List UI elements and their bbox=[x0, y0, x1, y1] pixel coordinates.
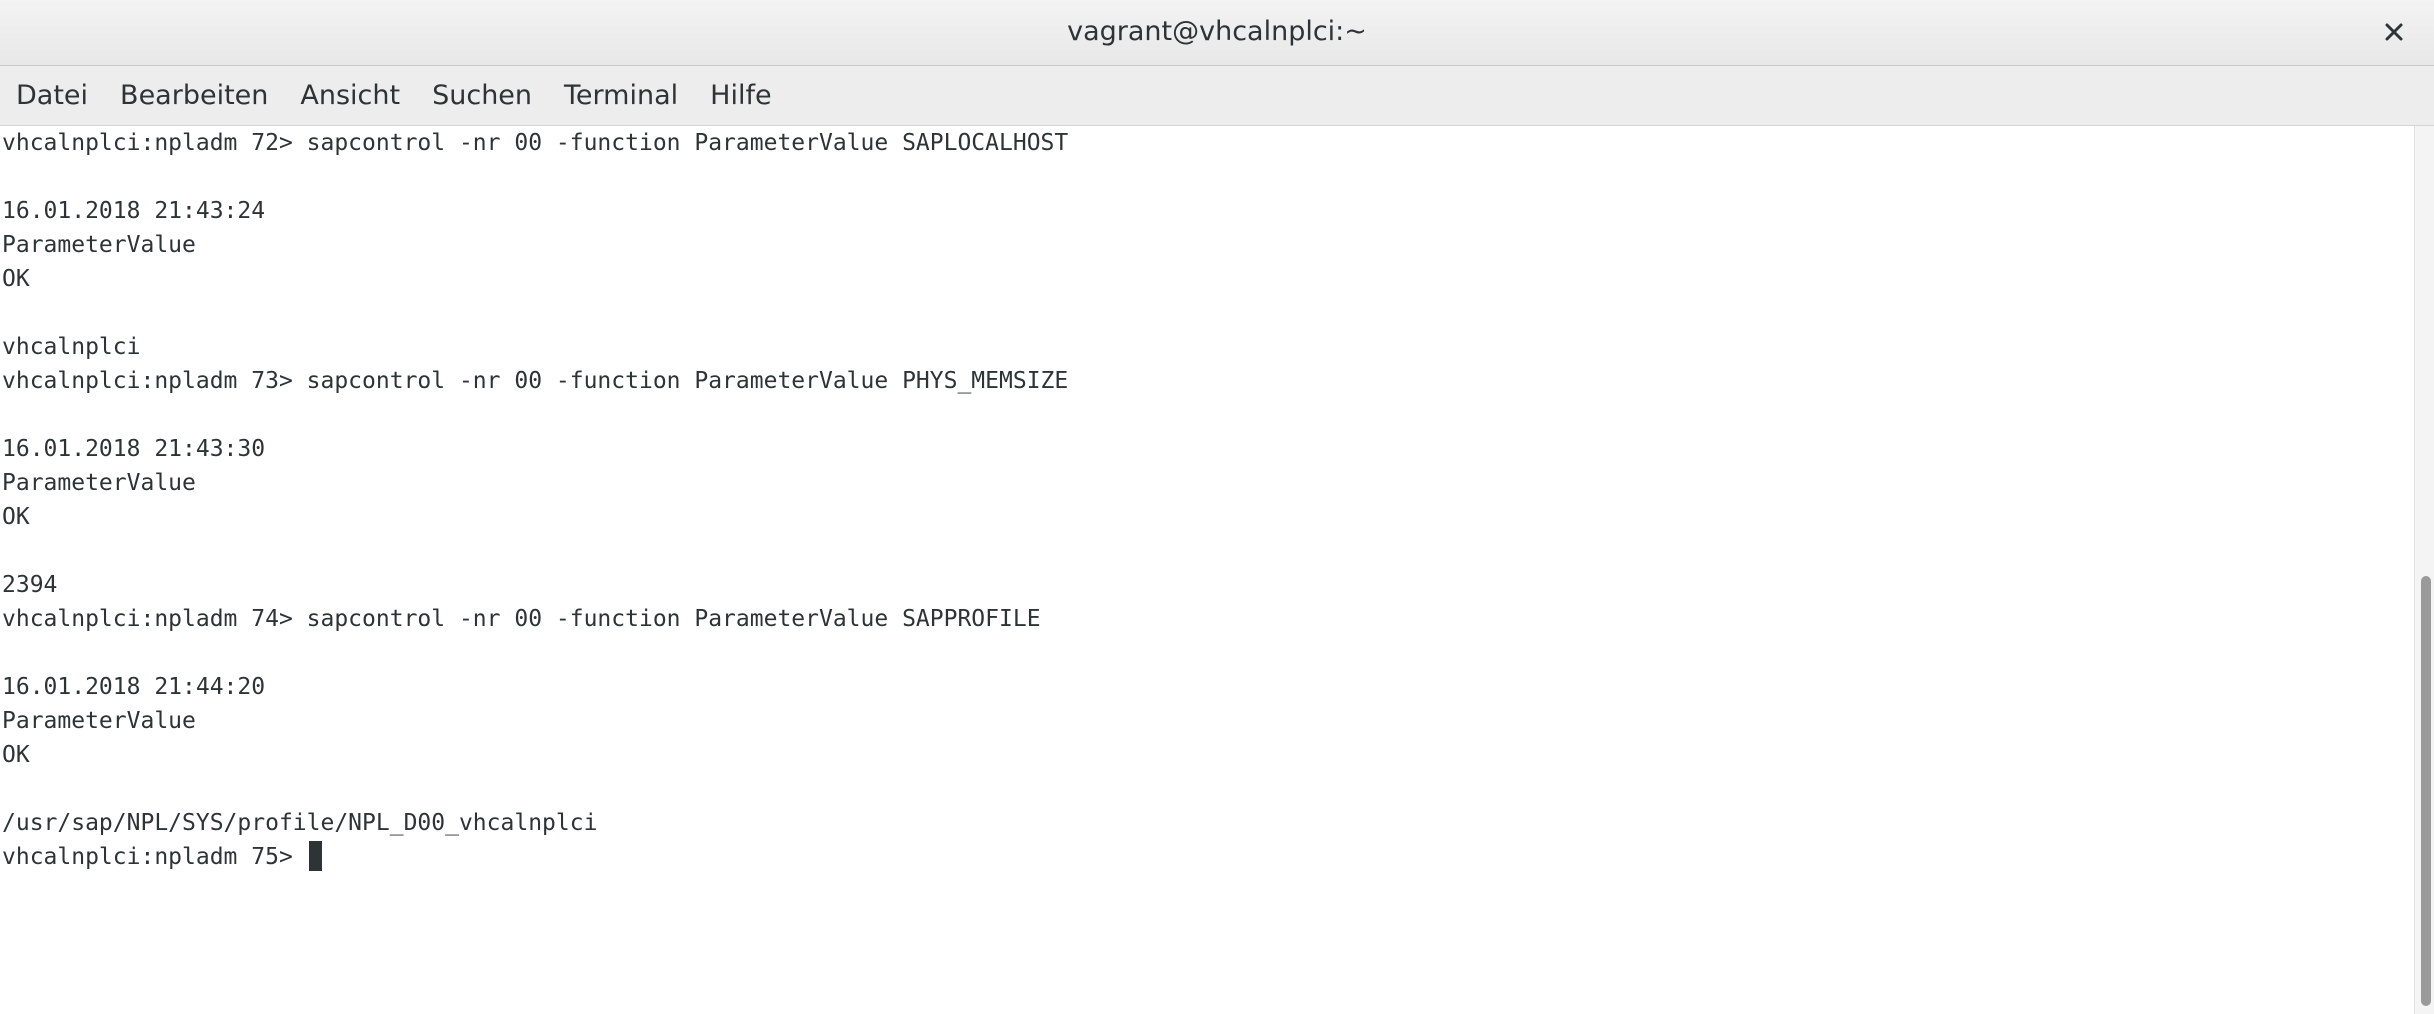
menu-hilfe[interactable]: Hilfe bbox=[700, 70, 781, 122]
terminal-line: ParameterValue bbox=[2, 708, 196, 734]
terminal-line: vhcalnplci:npladm 73> sapcontrol -nr 00 … bbox=[2, 368, 1069, 394]
terminal-line: 16.01.2018 21:43:30 bbox=[2, 436, 266, 462]
terminal-prompt: vhcalnplci:npladm 75> bbox=[2, 844, 307, 870]
window-title: vagrant@vhcalnplci:~ bbox=[1067, 16, 1367, 47]
terminal-line: vhcalnplci:npladm 72> sapcontrol -nr 00 … bbox=[2, 130, 1069, 156]
menu-ansicht[interactable]: Ansicht bbox=[290, 70, 410, 122]
vertical-scrollbar[interactable] bbox=[2414, 126, 2434, 1014]
terminal-line: 16.01.2018 21:44:20 bbox=[2, 674, 266, 700]
close-icon bbox=[2385, 23, 2403, 41]
text-cursor bbox=[308, 841, 322, 871]
scrollbar-thumb[interactable] bbox=[2421, 576, 2431, 1006]
terminal-line: vhcalnplci bbox=[2, 334, 141, 360]
menu-bar: Datei Bearbeiten Ansicht Suchen Terminal… bbox=[0, 66, 2434, 126]
terminal-line: OK bbox=[2, 742, 30, 768]
terminal-prompt-line[interactable]: vhcalnplci:npladm 75> bbox=[0, 840, 2414, 874]
terminal-line: vhcalnplci:npladm 74> sapcontrol -nr 00 … bbox=[2, 606, 1041, 632]
terminal-line: 2394 bbox=[2, 572, 58, 598]
terminal-line: 16.01.2018 21:43:24 bbox=[2, 198, 266, 224]
terminal-line: OK bbox=[2, 266, 30, 292]
terminal-line: ParameterValue bbox=[2, 470, 196, 496]
terminal-window: vagrant@vhcalnplci:~ Datei Bearbeiten An… bbox=[0, 0, 2434, 1014]
title-bar[interactable]: vagrant@vhcalnplci:~ bbox=[0, 0, 2434, 66]
terminal-line: /usr/sap/NPL/SYS/profile/NPL_D00_vhcalnp… bbox=[2, 810, 598, 836]
terminal-line: ParameterValue bbox=[2, 232, 196, 258]
terminal-line: OK bbox=[2, 504, 30, 530]
menu-datei[interactable]: Datei bbox=[6, 70, 98, 122]
close-button[interactable] bbox=[2374, 12, 2414, 52]
menu-suchen[interactable]: Suchen bbox=[422, 70, 542, 122]
menu-terminal[interactable]: Terminal bbox=[554, 70, 688, 122]
menu-bearbeiten[interactable]: Bearbeiten bbox=[110, 70, 278, 122]
terminal-output[interactable]: vhcalnplci:npladm 72> sapcontrol -nr 00 … bbox=[0, 126, 2414, 1014]
